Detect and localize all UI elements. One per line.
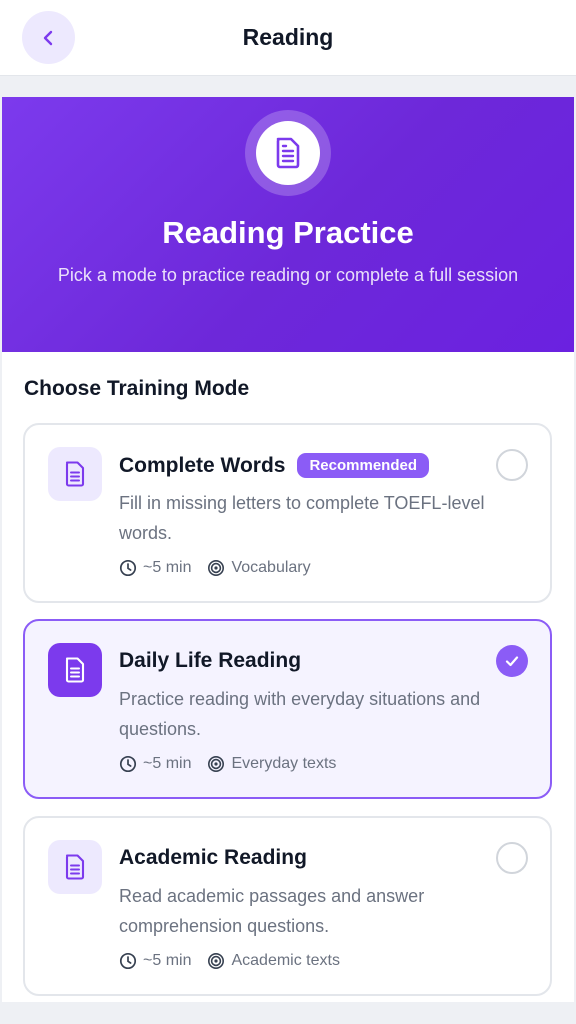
focus-text: Everyday texts — [231, 755, 337, 772]
mode-description: Practice reading with everyday situation… — [119, 689, 481, 739]
section-title: Choose Training Mode — [24, 377, 250, 400]
mode-title-text: Complete Words — [119, 453, 286, 477]
mode-icon-container — [48, 840, 102, 894]
mode-card-daily-life-reading[interactable]: Daily Life Reading Practice reading with… — [23, 619, 552, 799]
mode-card-academic-reading[interactable]: Academic Reading Read academic passages … — [23, 816, 552, 996]
duration-text: ~5 min — [143, 952, 192, 969]
mode-description: Read academic passages and answer compre… — [119, 886, 425, 936]
page-title: Reading — [242, 24, 334, 50]
mode-title-text: Daily Life Reading — [119, 649, 302, 672]
recommended-badge: Recommended — [297, 453, 429, 478]
mode-meta: ~5 min Vocabulary — [119, 559, 327, 577]
document-icon — [276, 137, 300, 169]
mode-radio-checked[interactable] — [496, 645, 528, 677]
duration-meta: ~5 min — [119, 952, 191, 970]
focus-text: Academic texts — [231, 952, 340, 969]
checkmark-icon — [505, 656, 519, 667]
mode-radio[interactable] — [496, 449, 528, 481]
focus-text: Vocabulary — [231, 559, 311, 576]
mode-radio[interactable] — [496, 842, 528, 874]
mode-title: Complete Words Recommended — [119, 453, 429, 478]
main-content: Reading Practice Pick a mode to practice… — [2, 97, 574, 1002]
target-icon — [208, 560, 225, 576]
mode-title: Daily Life Reading — [119, 649, 301, 673]
document-icon — [65, 657, 85, 683]
hero-icon-circle — [256, 121, 320, 185]
mode-icon-container — [48, 447, 102, 501]
focus-meta: Vocabulary — [207, 559, 311, 577]
top-bar: Reading — [0, 0, 576, 76]
hero-banner: Reading Practice Pick a mode to practice… — [2, 97, 574, 352]
duration-meta: ~5 min — [119, 755, 191, 773]
mode-meta: ~5 min Academic texts — [119, 952, 356, 970]
mode-title: Academic Reading — [119, 846, 307, 870]
focus-meta: Academic texts — [207, 952, 340, 970]
focus-meta: Everyday texts — [207, 755, 336, 773]
duration-meta: ~5 min — [119, 559, 191, 577]
hero-title: Reading Practice — [162, 215, 414, 250]
clock-icon — [119, 952, 137, 970]
duration-text: ~5 min — [143, 559, 192, 576]
mode-icon-container — [48, 643, 102, 697]
mode-title-text: Academic Reading — [119, 846, 307, 869]
hero-subtitle: Pick a mode to practice reading or compl… — [57, 265, 519, 285]
document-icon — [65, 854, 85, 880]
mode-meta: ~5 min Everyday texts — [119, 755, 352, 773]
duration-text: ~5 min — [143, 755, 192, 772]
mode-card-complete-words[interactable]: Complete Words Recommended Fill in missi… — [23, 423, 552, 603]
document-icon — [65, 461, 85, 487]
hero-icon-ring — [245, 110, 331, 196]
clock-icon — [119, 755, 137, 773]
clock-icon — [119, 559, 137, 577]
mode-description: Fill in missing letters to complete TOEF… — [119, 493, 485, 543]
target-icon — [208, 756, 225, 772]
target-icon — [208, 953, 225, 969]
